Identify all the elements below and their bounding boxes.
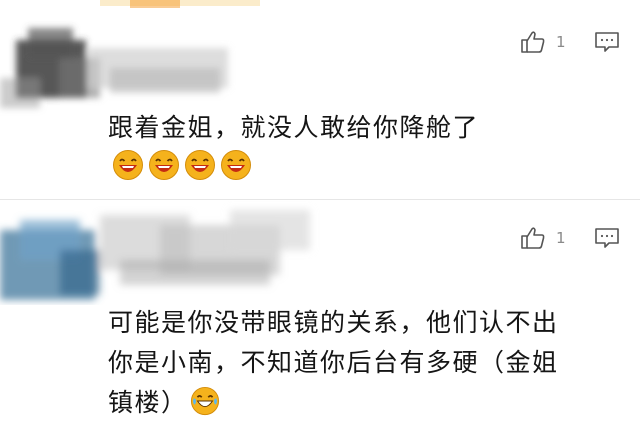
laugh-face-icon [113, 150, 143, 180]
comment-text: 跟着金姐，就没人敢给你降舱了 [108, 113, 480, 142]
blurred-avatar-and-username [0, 210, 310, 300]
thumbs-up-icon[interactable] [518, 28, 548, 56]
comment-actions: 1 [518, 28, 622, 56]
comment-actions: 1 [518, 224, 622, 252]
comment-text-line: 你是小南，不知道你后台有多硬（金姐 [108, 348, 559, 377]
emoji-row [112, 149, 252, 181]
comment-text-line: 可能是你没带眼镜的关系，他们认不出 [108, 308, 559, 337]
laugh-cry-icon [190, 386, 219, 416]
laugh-face-icon [221, 150, 251, 180]
comment-item: 1 跟着金姐，就没人敢给你降舱了 [0, 0, 640, 200]
laugh-face-icon [149, 150, 179, 180]
comment-icon[interactable] [592, 224, 622, 252]
comment-icon[interactable] [592, 28, 622, 56]
like-count: 1 [556, 229, 566, 247]
thumbs-up-icon[interactable] [518, 224, 548, 252]
laugh-face-icon [185, 150, 215, 180]
blurred-avatar-and-username [0, 28, 228, 108]
like-count: 1 [556, 33, 566, 51]
comment-text-line: 镇楼） [108, 388, 188, 417]
comment-text: 可能是你没带眼镜的关系，他们认不出 你是小南，不知道你后台有多硬（金姐 镇楼） [108, 303, 559, 423]
comment-text-line-last: 镇楼） [108, 383, 559, 423]
